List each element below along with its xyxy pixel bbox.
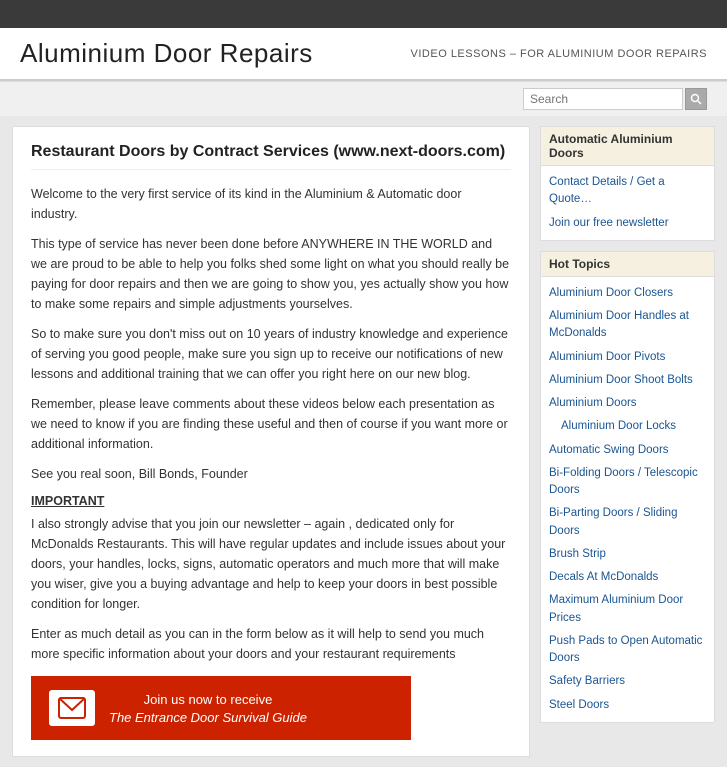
- hot-topic-link[interactable]: Maximum Aluminium Door Prices: [541, 589, 714, 630]
- search-bar-area: [0, 81, 727, 116]
- site-title: Aluminium Door Repairs: [20, 38, 313, 69]
- important-label: IMPORTANT: [31, 494, 511, 508]
- hot-topic-link[interactable]: Automatic Swing Doors: [541, 439, 714, 462]
- hot-topic-link[interactable]: Aluminium Door Handles at McDonalds: [541, 305, 714, 346]
- auto-doors-title: Automatic Aluminium Doors: [541, 127, 714, 166]
- article-para-5: See you real soon, Bill Bonds, Founder: [31, 464, 511, 484]
- hot-topic-link[interactable]: Brush Strip: [541, 543, 714, 566]
- article-para-6: I also strongly advise that you join our…: [31, 514, 511, 614]
- sidebar: Automatic Aluminium Doors Contact Detail…: [540, 126, 715, 757]
- hot-topics-title: Hot Topics: [541, 252, 714, 277]
- hot-topic-link[interactable]: Aluminium Doors: [541, 392, 714, 415]
- auto-doors-section: Automatic Aluminium Doors Contact Detail…: [540, 126, 715, 241]
- header: Aluminium Door Repairs VIDEO LESSONS – F…: [0, 28, 727, 81]
- top-bar: [0, 0, 727, 28]
- article-para-2: This type of service has never been done…: [31, 234, 511, 314]
- search-input[interactable]: [523, 88, 683, 110]
- hot-topic-link[interactable]: Push Pads to Open Automatic Doors: [541, 630, 714, 671]
- article-title: Restaurant Doors by Contract Services (w…: [31, 143, 511, 170]
- cta-line1: Join us now to receive: [109, 692, 307, 707]
- cta-text: Join us now to receive The Entrance Door…: [109, 692, 307, 725]
- auto-doors-links: Contact Details / Get a Quote… Join our …: [541, 166, 714, 240]
- main-content: Restaurant Doors by Contract Services (w…: [12, 126, 530, 757]
- hot-topic-link[interactable]: Aluminium Door Shoot Bolts: [541, 369, 714, 392]
- article-para-1: Welcome to the very first service of its…: [31, 184, 511, 224]
- hot-topic-link[interactable]: Steel Doors: [541, 694, 714, 717]
- content-wrapper: Restaurant Doors by Contract Services (w…: [0, 116, 727, 767]
- hot-topic-link[interactable]: Safety Barriers: [541, 670, 714, 693]
- hot-topic-link[interactable]: Decals At McDonalds: [541, 566, 714, 589]
- hot-topic-link[interactable]: Aluminium Door Locks: [541, 415, 714, 438]
- hot-topics-section: Hot Topics Aluminium Door ClosersAlumini…: [540, 251, 715, 723]
- search-button[interactable]: [685, 88, 707, 110]
- hot-topic-link[interactable]: Bi-Parting Doors / Sliding Doors: [541, 502, 714, 543]
- hot-topics-links: Aluminium Door ClosersAluminium Door Han…: [541, 277, 714, 722]
- article-para-4: Remember, please leave comments about th…: [31, 394, 511, 454]
- cta-banner[interactable]: Join us now to receive The Entrance Door…: [31, 676, 411, 740]
- hot-topic-link[interactable]: Aluminium Door Closers: [541, 282, 714, 305]
- cta-line2: The Entrance Door Survival Guide: [109, 710, 307, 725]
- hot-topic-link[interactable]: Bi-Folding Doors / Telescopic Doors: [541, 462, 714, 503]
- sidebar-link-contact[interactable]: Contact Details / Get a Quote…: [541, 171, 714, 212]
- header-tagline: VIDEO LESSONS – FOR ALUMINIUM DOOR REPAI…: [411, 48, 707, 60]
- article-para-3: So to make sure you don't miss out on 10…: [31, 324, 511, 384]
- hot-topic-link[interactable]: Aluminium Door Pivots: [541, 346, 714, 369]
- sidebar-link-newsletter[interactable]: Join our free newsletter: [541, 212, 714, 235]
- article-para-7: Enter as much detail as you can in the f…: [31, 624, 511, 664]
- cta-icon: [49, 690, 95, 726]
